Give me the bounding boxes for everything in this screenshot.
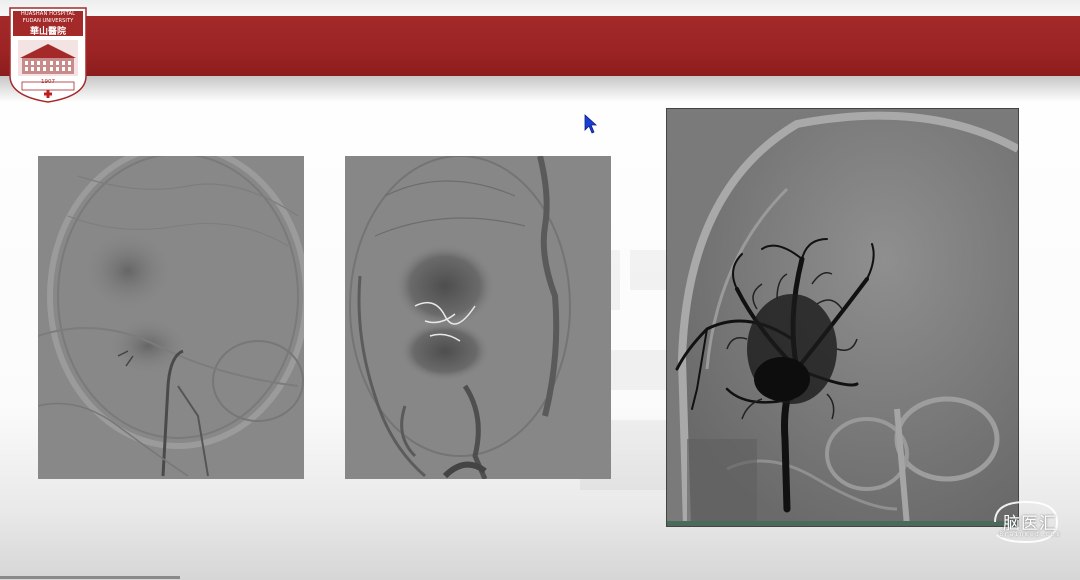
angiogram-lateral-view (38, 156, 304, 479)
angiogram-image (667, 109, 1018, 526)
header-shadow (0, 76, 1080, 102)
mouse-pointer-icon (584, 114, 598, 134)
logo-year: 1907 (41, 79, 55, 85)
progress-bar (0, 576, 180, 579)
logo-name-cn: 華山醫院 (29, 27, 66, 37)
top-strip (0, 0, 1080, 16)
logo-name-en-1: HUASHAN HOSPITAL (20, 11, 76, 17)
header-band (0, 16, 1080, 76)
angiogram-ap-view (345, 156, 611, 479)
angiogram-image (38, 156, 304, 479)
slide-viewer: HUASHAN HOSPITAL FUDAN UNIVERSITY 華山醫院 1… (0, 0, 1080, 580)
brand-url: Brainmed.com (999, 531, 1061, 538)
logo-name-en-2: FUDAN UNIVERSITY (22, 18, 74, 24)
angiogram-image (345, 156, 611, 479)
angiogram-ap-cast-view (666, 108, 1019, 527)
